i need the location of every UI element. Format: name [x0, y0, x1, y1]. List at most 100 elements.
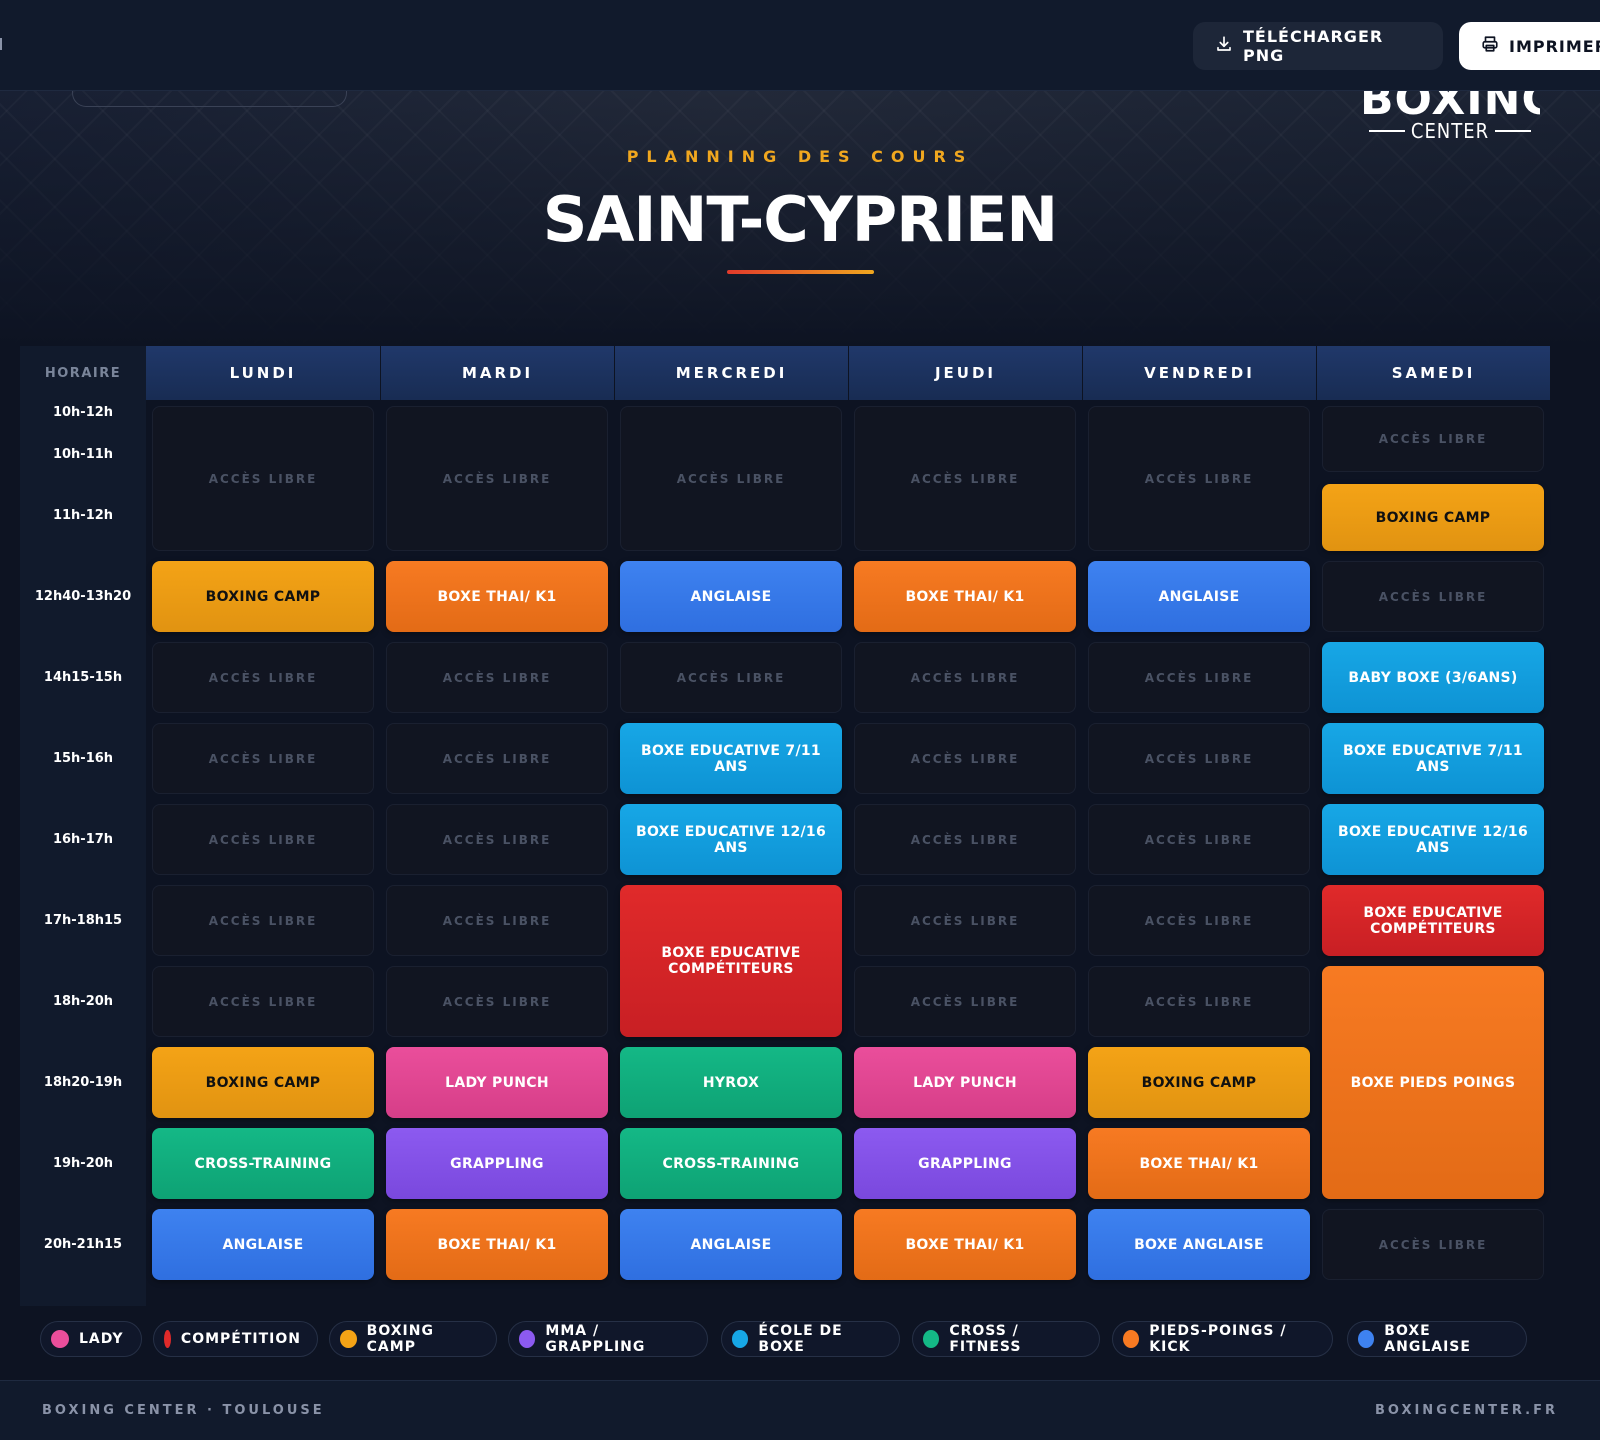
session-label: ANGLAISE — [690, 1236, 772, 1253]
session-boxe-thai-k1[interactable]: BOXE THAI/ K1 — [854, 1209, 1076, 1280]
session-acces-libre[interactable]: ACCÈS LIBRE — [854, 723, 1076, 794]
session-label: ACCÈS LIBRE — [208, 913, 318, 928]
session-boxe-thai-k1[interactable]: BOXE THAI/ K1 — [854, 561, 1076, 632]
session-acces-libre[interactable]: ACCÈS LIBRE — [620, 642, 842, 713]
session-acces-libre[interactable]: ACCÈS LIBRE — [152, 804, 374, 875]
session-boxing-camp[interactable]: BOXING CAMP — [152, 1047, 374, 1118]
session-boxe-educative-12-16-ans[interactable]: BOXE EDUCATIVE 12/16 ANS — [620, 804, 842, 875]
session-boxing-camp[interactable]: BOXING CAMP — [1088, 1047, 1310, 1118]
session-cross-training[interactable]: CROSS-TRAINING — [620, 1128, 842, 1199]
session-boxe-educative-7-11-ans[interactable]: BOXE EDUCATIVE 7/11 ANS — [620, 723, 842, 794]
session-anglaise[interactable]: ANGLAISE — [152, 1209, 374, 1280]
session-acces-libre[interactable]: ACCÈS LIBRE — [1088, 885, 1310, 956]
session-acces-libre[interactable]: ACCÈS LIBRE — [152, 723, 374, 794]
session-lady-punch[interactable]: LADY PUNCH — [854, 1047, 1076, 1118]
session-acces-libre[interactable]: ACCÈS LIBRE — [152, 642, 374, 713]
session-acces-libre[interactable]: ACCÈS LIBRE — [1088, 723, 1310, 794]
session-label: ACCÈS LIBRE — [1144, 751, 1254, 766]
session-label: ACCÈS LIBRE — [1378, 432, 1488, 446]
legend: LADY COMPÉTITION BOXING CAMP MMA / GRAPPLIN… — [40, 1321, 1580, 1357]
legend-label: BOXING CAMP — [366, 1323, 434, 1355]
session-boxe-thai-k1[interactable]: BOXE THAI/ K1 — [386, 1209, 608, 1280]
session-acces-libre[interactable]: ACCÈS LIBRE — [1322, 561, 1544, 632]
session-acces-libre[interactable]: ACCÈS LIBRE — [854, 642, 1076, 713]
session-acces-libre[interactable]: ACCÈS LIBRE — [386, 885, 608, 956]
session-label: ACCÈS LIBRE — [442, 670, 552, 685]
legend-dot-icon — [732, 1330, 749, 1348]
session-acces-libre[interactable]: ACCÈS LIBRE — [854, 966, 1076, 1037]
session-acces-libre[interactable]: ACCÈS LIBRE — [1322, 406, 1544, 472]
legend-item: ÉCOLE DE BOXE — [721, 1321, 900, 1357]
legend-dot-icon — [340, 1330, 357, 1348]
session-lady-punch[interactable]: LADY PUNCH — [386, 1047, 608, 1118]
session-label: BOXE EDUCATIVE 7/11 ANS — [1343, 742, 1523, 775]
session-label: BOXE THAI/ K1 — [1139, 1155, 1259, 1172]
session-label: HYROX — [702, 1074, 760, 1091]
session-boxe-thai-k1[interactable]: BOXE THAI/ K1 — [386, 561, 608, 632]
session-boxe-anglaise[interactable]: BOXE ANGLAISE — [1088, 1209, 1310, 1280]
boxing-center-logo: BOXING CENTER — [1360, 83, 1540, 143]
session-label: ACCÈS LIBRE — [910, 751, 1020, 766]
session-acces-libre[interactable]: ACCÈS LIBRE — [1088, 966, 1310, 1037]
session-grappling[interactable]: GRAPPLING — [386, 1128, 608, 1199]
session-label: BOXING CAMP — [205, 1074, 321, 1091]
session-boxe-thai-k1[interactable]: BOXE THAI/ K1 — [1088, 1128, 1310, 1199]
session-label: BOXE THAI/ K1 — [905, 1236, 1025, 1253]
session-acces-libre[interactable]: ACCÈS LIBRE — [386, 406, 608, 551]
session-label: ACCÈS LIBRE — [1144, 832, 1254, 847]
session-acces-libre[interactable]: ACCÈS LIBRE — [152, 885, 374, 956]
session-grappling[interactable]: GRAPPLING — [854, 1128, 1076, 1199]
session-acces-libre[interactable]: ACCÈS LIBRE — [1088, 406, 1310, 551]
session-label: ACCÈS LIBRE — [442, 471, 552, 486]
time-slot-label: 17h-18h15 — [43, 913, 123, 928]
session-label: LADY PUNCH — [445, 1074, 549, 1091]
session-anglaise[interactable]: ANGLAISE — [620, 1209, 842, 1280]
session-boxe-pieds-poings[interactable]: BOXE PIEDS POINGS — [1322, 966, 1544, 1199]
session-boxe-educative-12-16-ans[interactable]: BOXE EDUCATIVE 12/16 ANS — [1322, 804, 1544, 875]
legend-dot-icon — [1358, 1330, 1375, 1348]
time-slot-label: 11h-12h — [52, 508, 114, 523]
time-column: 10h-12h 10h-11h 11h-12h 12h40-13h20 14h15-15… — [20, 400, 146, 1306]
session-acces-libre[interactable]: ACCÈS LIBRE — [386, 642, 608, 713]
session-boxe-educative-comp-titeurs[interactable]: BOXE EDUCATIVE COMPÉTITEURS — [620, 885, 842, 1037]
session-acces-libre[interactable]: ACCÈS LIBRE — [854, 885, 1076, 956]
session-acces-libre[interactable]: ACCÈS LIBRE — [854, 804, 1076, 875]
session-label: BOXE EDUCATIVE 7/11 ANS — [641, 742, 821, 775]
session-label: ACCÈS LIBRE — [208, 994, 318, 1009]
session-acces-libre[interactable]: ACCÈS LIBRE — [386, 966, 608, 1037]
download-png-button[interactable]: TÉLÉCHARGER PNG — [1193, 22, 1443, 70]
legend-label: PIEDS-POINGS / KICK — [1149, 1323, 1287, 1355]
session-label: BOXE EDUCATIVE 12/16 ANS — [1338, 823, 1528, 856]
session-baby-boxe-3-6ans[interactable]: BABY BOXE (3/6ANS) — [1322, 642, 1544, 713]
session-label: ACCÈS LIBRE — [910, 471, 1020, 486]
session-hyrox[interactable]: HYROX — [620, 1047, 842, 1118]
time-slot-label: 10h-12h — [52, 405, 114, 420]
session-acces-libre[interactable]: ACCÈS LIBRE — [152, 406, 374, 551]
time-column-header: HORAIRE — [20, 346, 146, 400]
session-cross-training[interactable]: CROSS-TRAINING — [152, 1128, 374, 1199]
print-button[interactable]: IMPRIMER — [1459, 22, 1600, 70]
session-label: ACCÈS LIBRE — [208, 471, 318, 486]
session-boxing-camp[interactable]: BOXING CAMP — [1322, 484, 1544, 551]
legend-label: COMPÉTITION — [180, 1331, 301, 1347]
legend-dot-icon — [519, 1330, 536, 1348]
session-acces-libre[interactable]: ACCÈS LIBRE — [1322, 1209, 1544, 1280]
session-boxing-camp[interactable]: BOXING CAMP — [152, 561, 374, 632]
session-acces-libre[interactable]: ACCÈS LIBRE — [386, 804, 608, 875]
time-slot-label: 16h-17h — [52, 832, 114, 847]
session-label: ACCÈS LIBRE — [442, 832, 552, 847]
session-boxe-educative-7-11-ans[interactable]: BOXE EDUCATIVE 7/11 ANS — [1322, 723, 1544, 794]
session-anglaise[interactable]: ANGLAISE — [620, 561, 842, 632]
session-acces-libre[interactable]: ACCÈS LIBRE — [620, 406, 842, 551]
session-acces-libre[interactable]: ACCÈS LIBRE — [854, 406, 1076, 551]
legend-item: BOXE ANGLAISE — [1347, 1321, 1527, 1357]
session-label: BOXE THAI/ K1 — [437, 588, 557, 605]
session-label: ANGLAISE — [690, 588, 772, 605]
session-anglaise[interactable]: ANGLAISE — [1088, 561, 1310, 632]
session-boxe-educative-comp-titeurs[interactable]: BOXE EDUCATIVE COMPÉTITEURS — [1322, 885, 1544, 956]
legend-label: BOXE ANGLAISE — [1384, 1323, 1471, 1355]
session-acces-libre[interactable]: ACCÈS LIBRE — [1088, 642, 1310, 713]
session-acces-libre[interactable]: ACCÈS LIBRE — [152, 966, 374, 1037]
session-acces-libre[interactable]: ACCÈS LIBRE — [1088, 804, 1310, 875]
session-acces-libre[interactable]: ACCÈS LIBRE — [386, 723, 608, 794]
